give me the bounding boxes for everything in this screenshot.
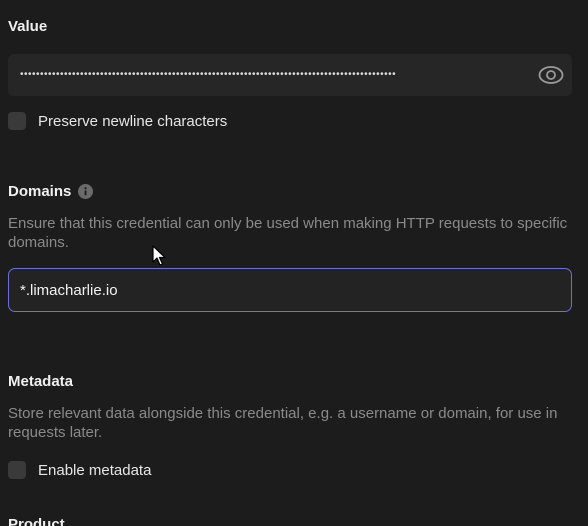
- masked-value: ••••••••••••••••••••••••••••••••••••••••…: [20, 69, 397, 80]
- domains-label: Domains: [8, 183, 94, 200]
- preserve-newline-row[interactable]: Preserve newline characters: [8, 112, 227, 130]
- eye-icon[interactable]: [538, 63, 564, 87]
- info-icon[interactable]: [78, 184, 94, 199]
- domains-input[interactable]: [8, 268, 572, 312]
- enable-metadata-label: Enable metadata: [38, 461, 152, 479]
- credential-form: Value ••••••••••••••••••••••••••••••••••…: [0, 0, 588, 526]
- preserve-newline-checkbox[interactable]: [8, 112, 26, 130]
- enable-metadata-checkbox[interactable]: [8, 461, 26, 479]
- mouse-pointer-icon: [152, 245, 166, 266]
- value-label-text: Value: [8, 18, 48, 35]
- metadata-label: Metadata: [8, 373, 73, 390]
- metadata-help-text: Store relevant data alongside this crede…: [8, 405, 558, 441]
- preserve-newline-label: Preserve newline characters: [38, 112, 228, 130]
- metadata-label-text: Metadata: [8, 373, 74, 390]
- domains-help-text: Ensure that this credential can only be …: [8, 215, 568, 251]
- value-label: Value: [8, 18, 47, 35]
- domains-label-text: Domains: [8, 183, 72, 200]
- enable-metadata-row[interactable]: Enable metadata: [8, 461, 151, 479]
- product-label: Product: [8, 516, 65, 526]
- value-field[interactable]: ••••••••••••••••••••••••••••••••••••••••…: [8, 54, 572, 96]
